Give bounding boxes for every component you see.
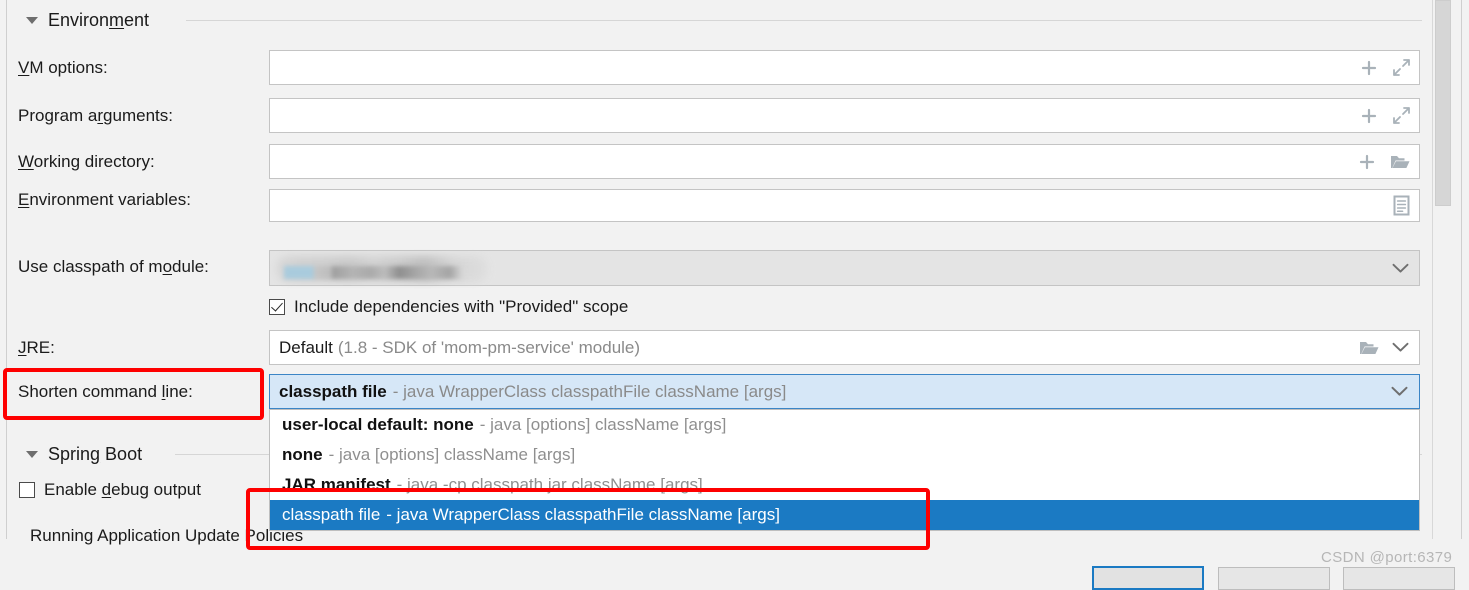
plus-icon[interactable] — [1358, 153, 1376, 171]
label-use-classpath-of-module: Use classpath of module: — [18, 257, 209, 277]
shorten-command-line-value-main: classpath file — [279, 382, 387, 402]
folder-icon[interactable] — [1359, 339, 1380, 357]
chevron-down-icon[interactable] — [1392, 263, 1409, 274]
expand-icon[interactable] — [1392, 58, 1411, 77]
label-environment-variables: Environment variables: — [18, 190, 191, 210]
program-arguments-input[interactable] — [269, 98, 1420, 133]
label-program-arguments: Program arguments: — [18, 106, 173, 126]
dropdown-item-description: - java -cp classpath.jar className [args… — [397, 475, 703, 495]
checkbox-include-provided-scope[interactable] — [269, 299, 285, 315]
module-combo-arrow-wrap[interactable] — [1392, 251, 1419, 285]
watermark-text: CSDN @port:6379 — [1321, 549, 1452, 566]
shorten-command-line-combo-arrow[interactable] — [1380, 376, 1418, 407]
jre-combo-controls[interactable] — [1359, 331, 1419, 364]
checkbox-enable-debug-output-label: Enable debug output — [44, 480, 201, 500]
dropdown-item[interactable]: user-local default: none - java [options… — [270, 410, 1419, 440]
dropdown-item-name: user-local default: none — [282, 415, 474, 435]
right-panel-divider — [1461, 0, 1462, 539]
dropdown-item-description: - java [options] className [args] — [480, 415, 727, 435]
dropdown-item[interactable]: none - java [options] className [args] — [270, 440, 1419, 470]
dropdown-item-description: - java WrapperClass classpathFile classN… — [386, 505, 780, 525]
shorten-command-line-combo[interactable]: classpath file - java WrapperClass class… — [269, 374, 1420, 409]
redacted-module-name-inner — [284, 266, 464, 279]
list-document-icon[interactable] — [1392, 195, 1411, 216]
dropdown-item-name: none — [282, 445, 323, 465]
label-vm-options: VM options: — [18, 58, 108, 78]
folder-icon[interactable] — [1390, 153, 1411, 171]
section-header-environment[interactable]: Environment — [24, 8, 149, 32]
jre-value-detail: (1.8 - SDK of 'mom-pm-service' module) — [338, 338, 640, 358]
left-panel-divider — [6, 0, 7, 539]
include-provided-scope-checkbox-row[interactable]: Include dependencies with "Provided" sco… — [269, 297, 628, 317]
module-combo[interactable] — [269, 250, 1420, 286]
label-jre: JRE: — [18, 338, 55, 358]
section-header-spring-boot[interactable]: Spring Boot — [24, 442, 142, 466]
label-shorten-command-line: Shorten command line: — [18, 382, 193, 402]
cancel-button[interactable] — [1218, 567, 1330, 590]
dropdown-item-name: JAR manifest — [282, 475, 391, 495]
chevron-down-icon[interactable] — [1391, 386, 1408, 397]
dropdown-item-selected[interactable]: classpath file - java WrapperClass class… — [270, 500, 1419, 530]
shorten-command-line-dropdown-list[interactable]: user-local default: none - java [options… — [269, 409, 1420, 531]
shorten-command-line-value-detail: - java WrapperClass classpathFile classN… — [393, 382, 787, 402]
chevron-down-icon[interactable] — [26, 17, 38, 24]
checkbox-include-provided-scope-label: Include dependencies with "Provided" sco… — [294, 297, 628, 317]
vm-options-input[interactable] — [269, 50, 1420, 85]
dropdown-item-description: - java [options] className [args] — [329, 445, 576, 465]
section-rule-environment — [186, 20, 1422, 21]
enable-debug-output-checkbox-row[interactable]: Enable debug output — [19, 480, 201, 500]
checkbox-enable-debug-output[interactable] — [19, 482, 35, 498]
section-title-environment: Environment — [48, 10, 149, 31]
plus-icon[interactable] — [1360, 59, 1378, 77]
dropdown-item-name: classpath file — [282, 505, 380, 525]
working-directory-input[interactable] — [269, 144, 1420, 179]
vertical-scrollbar-thumb[interactable] — [1435, 0, 1451, 206]
jre-value-main: Default — [279, 338, 333, 358]
ok-button[interactable] — [1092, 566, 1204, 590]
expand-icon[interactable] — [1392, 106, 1411, 125]
dropdown-item[interactable]: JAR manifest - java -cp classpath.jar cl… — [270, 470, 1419, 500]
run-configuration-panel: Environment VM options: Program argument… — [0, 0, 1469, 577]
plus-icon[interactable] — [1360, 107, 1378, 125]
chevron-down-icon[interactable] — [1392, 342, 1409, 353]
chevron-down-icon[interactable] — [26, 451, 38, 458]
apply-button[interactable] — [1343, 567, 1455, 590]
running-application-update-policies-label: Running Application Update Policies — [30, 526, 303, 546]
section-title-spring-boot: Spring Boot — [48, 444, 142, 465]
environment-variables-input[interactable] — [269, 189, 1420, 222]
label-working-directory: Working directory: — [18, 152, 155, 172]
jre-combo[interactable]: Default (1.8 - SDK of 'mom-pm-service' m… — [269, 330, 1420, 365]
